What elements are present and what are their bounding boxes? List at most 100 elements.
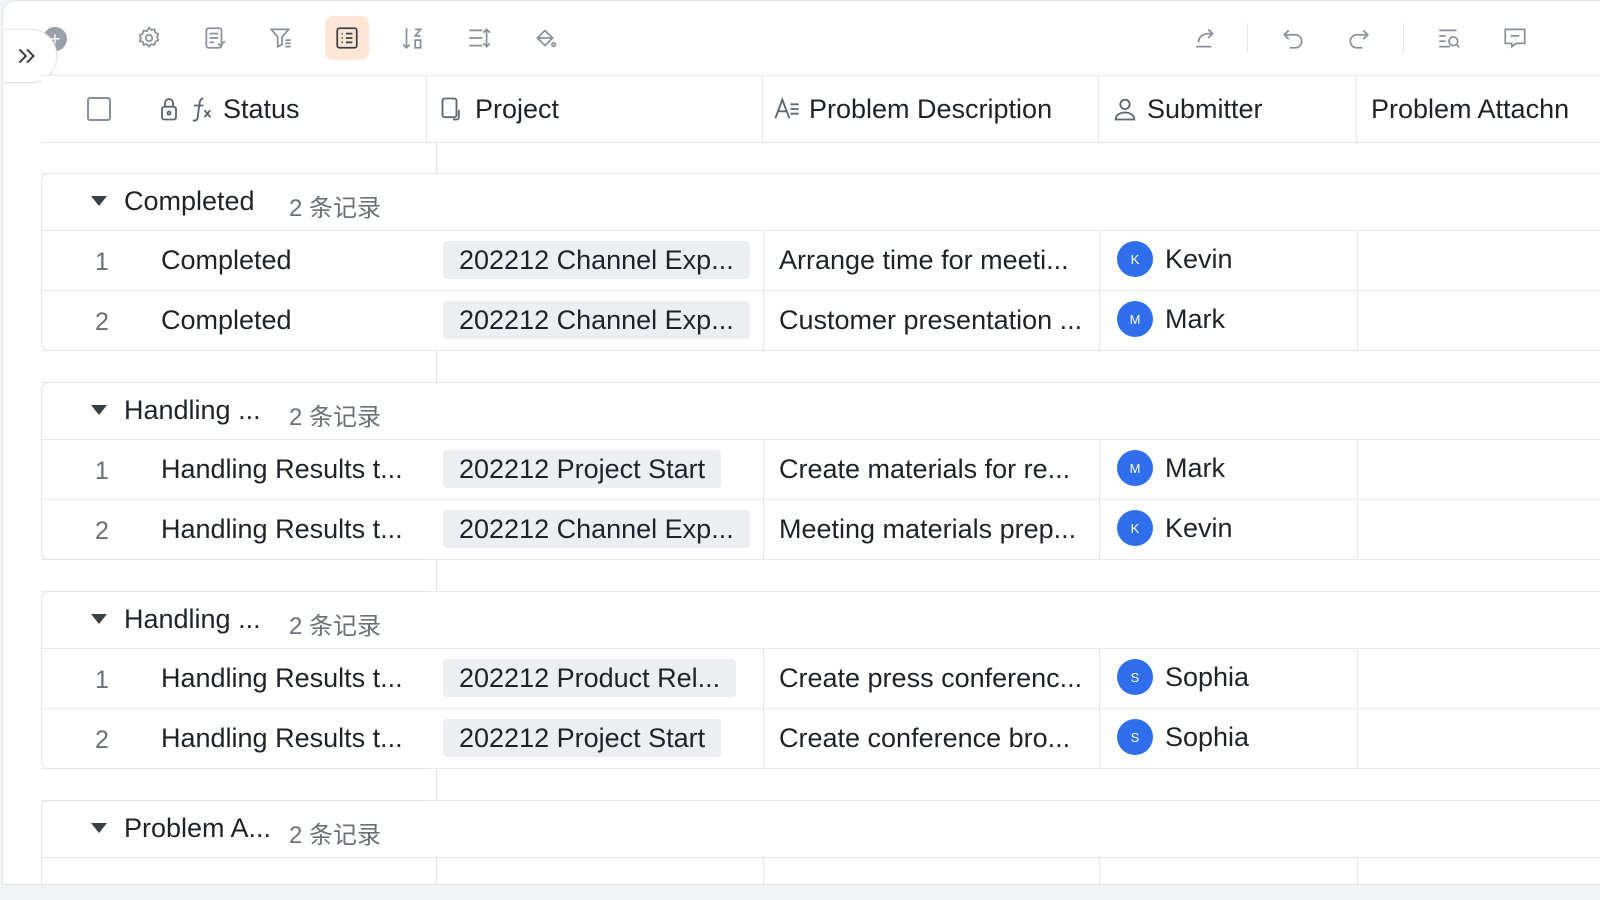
- header-problem-description-label: Problem Description: [809, 93, 1053, 124]
- project-chip[interactable]: 202212 Product Rel...: [443, 659, 737, 697]
- avatar: S: [1117, 659, 1153, 695]
- group-header[interactable]: Handling ... 2 条记录: [41, 382, 1600, 440]
- column-divider: [1357, 858, 1358, 884]
- group-count: 2 条记录: [289, 613, 382, 640]
- caret-down-icon[interactable]: [91, 614, 107, 624]
- search-icon[interactable]: [1427, 16, 1471, 60]
- avatar: K: [1117, 241, 1153, 277]
- project-chip[interactable]: 202212 Channel Exp...: [443, 241, 750, 279]
- header-submitter[interactable]: Submitter: [1099, 76, 1357, 142]
- sort-icon[interactable]: [391, 16, 435, 60]
- header-problem-attachment-label: Problem Attachn: [1371, 93, 1570, 124]
- header-problem-attachment[interactable]: Problem Attachn: [1357, 76, 1600, 142]
- table-row[interactable]: 2 Completed 202212 Channel Exp... Custom…: [41, 291, 1600, 351]
- toolbar-divider: [1403, 23, 1404, 53]
- table-row[interactable]: 1 Handling Results t... 202212 Product R…: [41, 649, 1600, 709]
- fill-color-icon[interactable]: [523, 16, 567, 60]
- group-header[interactable]: Completed 2 条记录: [41, 173, 1600, 231]
- status-cell[interactable]: Handling Results t...: [161, 663, 403, 694]
- row-number: 2: [95, 517, 109, 545]
- form-icon[interactable]: [193, 16, 237, 60]
- table-row[interactable]: 1 Completed 202212 Channel Exp... Arrang…: [41, 231, 1600, 291]
- submitter-cell[interactable]: K Kevin: [1117, 241, 1233, 277]
- select-all-checkbox[interactable]: [87, 97, 111, 121]
- row-number: 1: [95, 666, 109, 694]
- table-row[interactable]: 1 Handling Results t... 202212 Project S…: [41, 440, 1600, 500]
- project-chip[interactable]: 202212 Project Start: [443, 719, 722, 757]
- person-icon: [1114, 98, 1136, 121]
- row-number: 1: [95, 248, 109, 276]
- header-project-label: Project: [475, 93, 560, 124]
- header-status[interactable]: Status: [41, 76, 427, 142]
- row-number: 2: [95, 726, 109, 754]
- toolbar: [3, 1, 1600, 75]
- link-record-icon: [441, 97, 460, 121]
- table-view: + Status Project Problem Description Sub…: [2, 0, 1600, 885]
- group-count: 2 条记录: [289, 404, 382, 431]
- description-cell[interactable]: Create conference bro...: [779, 723, 1070, 754]
- column-divider: [1357, 231, 1358, 351]
- comment-icon[interactable]: [1493, 16, 1537, 60]
- submitter-cell[interactable]: S Sophia: [1117, 719, 1249, 755]
- filter-icon[interactable]: [259, 16, 303, 60]
- list-view-icon[interactable]: [325, 16, 369, 60]
- redo-icon[interactable]: [1337, 16, 1381, 60]
- double-chevron-right-icon: [18, 48, 35, 64]
- avatar: K: [1117, 510, 1153, 546]
- group-title: Handling ...: [124, 395, 261, 425]
- header-project[interactable]: Project: [427, 76, 763, 142]
- description-cell[interactable]: Customer presentation ...: [779, 305, 1082, 336]
- group-count: 2 条记录: [289, 195, 382, 222]
- avatar: M: [1117, 450, 1153, 486]
- settings-icon[interactable]: [127, 16, 171, 60]
- group-header[interactable]: Problem A... 2 条记录: [41, 800, 1600, 858]
- submitter-name: Mark: [1165, 303, 1225, 334]
- project-chip[interactable]: 202212 Channel Exp...: [443, 510, 750, 548]
- undo-icon[interactable]: [1271, 16, 1315, 60]
- group-header[interactable]: Handling ... 2 条记录: [41, 591, 1600, 649]
- table-header: Status Project Problem Description Submi…: [41, 75, 1600, 143]
- submitter-cell[interactable]: M Mark: [1117, 301, 1225, 337]
- status-cell[interactable]: Handling Results t...: [161, 454, 403, 485]
- row-number: 2: [95, 308, 109, 336]
- description-cell[interactable]: Arrange time for meeti...: [779, 245, 1069, 276]
- submitter-name: Kevin: [1165, 243, 1233, 274]
- description-cell[interactable]: Create materials for re...: [779, 454, 1070, 485]
- row-height-icon[interactable]: [457, 16, 501, 60]
- description-cell[interactable]: Meeting materials prep...: [779, 514, 1076, 545]
- header-problem-description[interactable]: Problem Description: [763, 76, 1099, 142]
- submitter-cell[interactable]: K Kevin: [1117, 510, 1233, 546]
- submitter-name: Kevin: [1165, 512, 1233, 543]
- status-cell[interactable]: Completed: [161, 305, 292, 336]
- status-cell[interactable]: Handling Results t...: [161, 723, 403, 754]
- status-cell[interactable]: Completed: [161, 245, 292, 276]
- header-status-label: Status: [223, 93, 300, 124]
- column-divider: [1357, 649, 1358, 769]
- submitter-cell[interactable]: M Mark: [1117, 450, 1225, 486]
- project-chip[interactable]: 202212 Channel Exp...: [443, 301, 750, 339]
- project-chip[interactable]: 202212 Project Start: [443, 450, 722, 488]
- caret-down-icon[interactable]: [91, 405, 107, 415]
- lock-icon: [161, 98, 177, 121]
- column-divider: [1099, 858, 1100, 884]
- caret-down-icon[interactable]: [91, 823, 107, 833]
- column-divider: [1099, 440, 1100, 560]
- header-submitter-label: Submitter: [1147, 93, 1263, 124]
- caret-down-icon[interactable]: [91, 196, 107, 206]
- group-title: Handling ...: [124, 604, 261, 634]
- table-row[interactable]: 2 Handling Results t... 202212 Project S…: [41, 709, 1600, 769]
- submitter-name: Sophia: [1165, 661, 1250, 692]
- toolbar-divider: [1247, 23, 1248, 53]
- share-icon[interactable]: [1183, 16, 1227, 60]
- description-cell[interactable]: Create press conferenc...: [779, 663, 1082, 694]
- submitter-name: Sophia: [1165, 721, 1250, 752]
- avatar: S: [1117, 719, 1153, 755]
- status-cell[interactable]: Handling Results t...: [161, 514, 403, 545]
- group-count: 2 条记录: [289, 822, 382, 849]
- submitter-name: Mark: [1165, 452, 1225, 483]
- submitter-cell[interactable]: S Sophia: [1117, 659, 1249, 695]
- table-row[interactable]: 2 Handling Results t... 202212 Channel E…: [41, 500, 1600, 560]
- column-divider: [1099, 649, 1100, 769]
- avatar: M: [1117, 301, 1153, 337]
- column-divider: [1357, 440, 1358, 560]
